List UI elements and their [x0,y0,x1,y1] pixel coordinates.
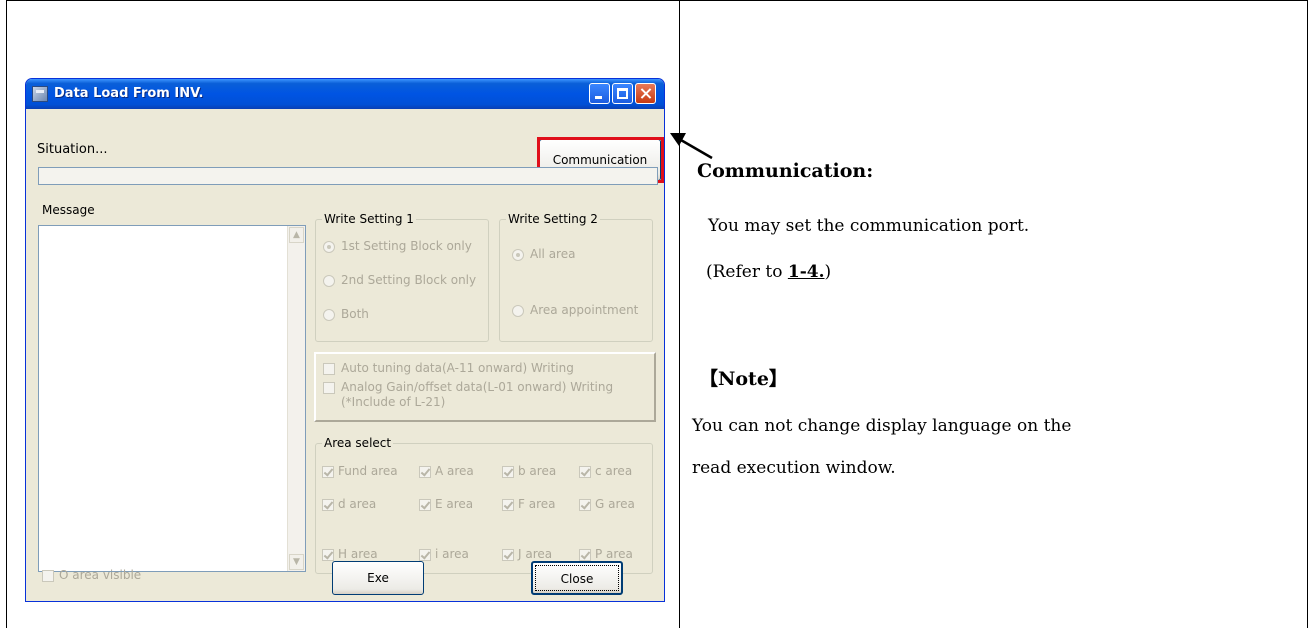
refer-prefix: (Refer to [706,262,788,282]
communication-description: You may set the communication port. [708,216,1030,236]
communication-heading: Communication: [697,160,874,182]
refer-link[interactable]: 1-4. [788,262,825,282]
note-line-2: read execution window. [692,458,896,478]
pointer-arrow-icon [670,133,713,160]
note-line-1: You can not change display language on t… [692,416,1072,436]
note-heading: 【Note】 [699,368,788,390]
refer-line: (Refer to 1-4.) [706,262,831,282]
refer-suffix: ) [824,262,832,282]
